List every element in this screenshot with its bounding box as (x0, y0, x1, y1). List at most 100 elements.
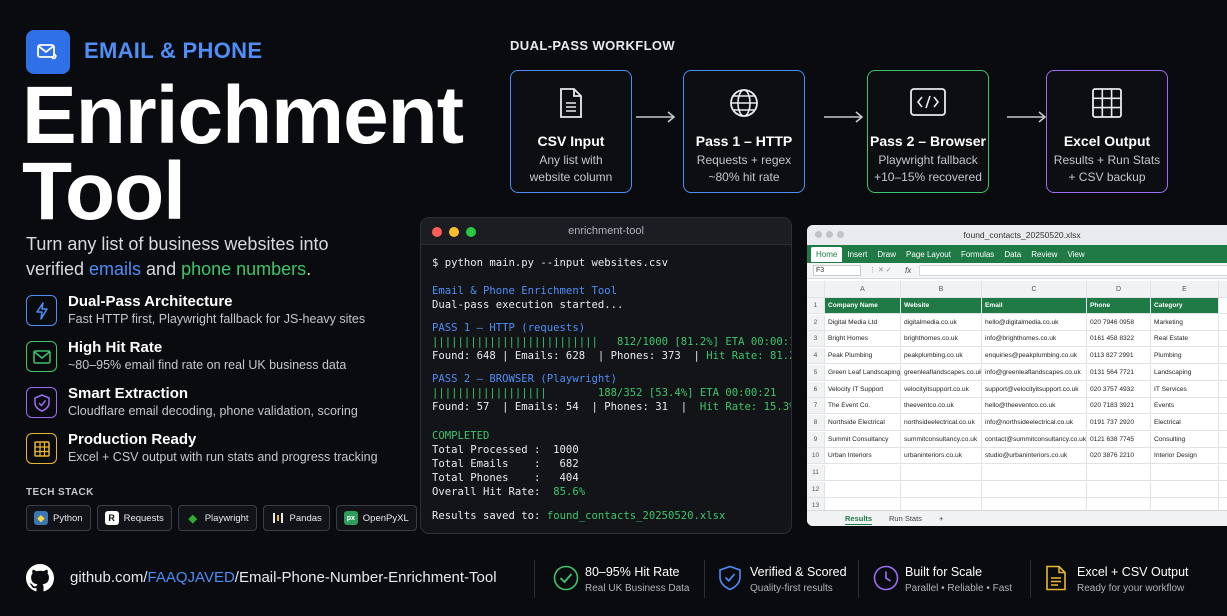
row-number: 11 (807, 465, 825, 481)
table-cell[interactable] (1219, 298, 1227, 314)
table-cell[interactable]: Digital Media Ltd (825, 314, 901, 331)
table-cell[interactable]: Northside Electrical (825, 414, 901, 431)
header-cell[interactable]: Company Name (825, 298, 901, 314)
formula-input[interactable] (919, 265, 1227, 276)
table-cell[interactable]: 020 3757 4932 (1087, 381, 1151, 398)
ribbon-tab-insert[interactable]: Insert (842, 247, 872, 262)
table-cell[interactable]: 0113 827 2991 (1087, 348, 1151, 365)
github-link[interactable]: github.com/FAAQJAVED/Email-Phone-Number-… (70, 569, 497, 586)
table-cell[interactable]: peakplumbing.co.uk (901, 348, 982, 365)
cell-reference-box[interactable]: F3 (813, 265, 861, 276)
table-cell[interactable] (1219, 482, 1227, 498)
table-cell[interactable]: Electrical (1151, 414, 1219, 431)
table-cell[interactable]: Real Estate (1151, 331, 1219, 348)
header-cell[interactable]: Email (982, 298, 1087, 314)
table-cell[interactable] (1219, 331, 1227, 348)
sheet-tab-results[interactable]: Results (845, 514, 873, 525)
table-cell[interactable]: info@northsideelectrical.co.uk (982, 414, 1087, 431)
table-cell[interactable]: Green Leaf Landscaping (825, 364, 901, 381)
table-cell[interactable]: Summit Consultancy (825, 431, 901, 448)
table-cell[interactable]: info@greenleaflandscapes.co.uk (982, 364, 1087, 381)
table-cell[interactable]: summitconsultancy.co.uk (901, 431, 982, 448)
hero-subtitle: Turn any list of business websites into … (26, 232, 386, 282)
table-cell[interactable]: enquiries@peakplumbing.co.uk (982, 348, 1087, 365)
table-cell[interactable]: Interior Design (1151, 448, 1219, 465)
table-cell[interactable]: urbaninteriors.co.uk (901, 448, 982, 465)
table-cell[interactable]: hello@theeventco.co.uk (982, 398, 1087, 415)
spreadsheet-title: found_contacts_20250520.xlsx (963, 230, 1081, 240)
terminal-command: $ python main.py --input websites.csv (432, 257, 668, 269)
header-cell[interactable]: Website (901, 298, 982, 314)
table-cell[interactable] (1219, 365, 1227, 381)
footer-divider (858, 560, 859, 598)
table-cell[interactable]: support@velocityitsupport.co.uk (982, 381, 1087, 398)
feature-item: Production Ready Excel + CSV output with… (26, 431, 406, 471)
table-cell[interactable] (1219, 398, 1227, 415)
envelope-phone-icon (37, 44, 57, 60)
subtitle-end: . (306, 259, 312, 279)
stat-title: Verified & Scored (750, 565, 847, 579)
table-cell[interactable] (1219, 448, 1227, 465)
table-cell[interactable]: studio@urbaninteriors.co.uk (982, 448, 1087, 465)
table-cell[interactable]: velocityitsupport.co.uk (901, 381, 982, 398)
table-cell[interactable]: hello@digitalmedia.co.uk (982, 314, 1087, 331)
table-cell[interactable]: Bright Homes (825, 331, 901, 348)
table-cell[interactable]: Events (1151, 398, 1219, 415)
table-cell[interactable]: 0121 638 7745 (1087, 431, 1151, 448)
table-cell[interactable] (1219, 382, 1227, 398)
table-cell[interactable] (982, 481, 1087, 498)
table-cell[interactable]: 0161 458 8322 (1087, 331, 1151, 348)
table-cell[interactable] (825, 481, 901, 498)
footer-stat-hit-rate: 80–95% Hit Rate Real UK Business Data (553, 563, 703, 597)
table-cell[interactable]: contact@summitconsultancy.co.uk (982, 431, 1087, 448)
table-cell[interactable]: 0191 737 2920 (1087, 414, 1151, 431)
table-cell[interactable]: northsideelectrical.co.uk (901, 414, 982, 431)
add-sheet-button[interactable]: + (939, 514, 943, 523)
table-cell[interactable]: 020 7183 3921 (1087, 398, 1151, 415)
table-cell[interactable]: Landscaping (1151, 364, 1219, 381)
table-cell[interactable]: IT Services (1151, 381, 1219, 398)
table-cell[interactable]: 020 3876 2210 (1087, 448, 1151, 465)
table-cell[interactable]: Consulting (1151, 431, 1219, 448)
table-cell[interactable] (1219, 415, 1227, 431)
table-cell[interactable]: Urban Interiors (825, 448, 901, 465)
header-cell[interactable]: Phone (1087, 298, 1151, 314)
column-header: A (825, 281, 901, 298)
table-cell[interactable]: Marketing (1151, 314, 1219, 331)
column-header: C (982, 281, 1087, 298)
table-cell[interactable]: brighthomes.co.uk (901, 331, 982, 348)
table-cell[interactable] (1087, 465, 1151, 481)
workflow-step-csv-input: CSV Input Any list with website column (510, 70, 632, 193)
table-cell[interactable] (1219, 432, 1227, 448)
progress-bar-text: |||||||||||||||||||||||||| 812/1000 [81.… (432, 336, 792, 348)
table-cell[interactable]: Velocity IT Support (825, 381, 901, 398)
table-cell[interactable] (1087, 481, 1151, 498)
ribbon-tab-home[interactable]: Home (811, 246, 843, 262)
header-cell[interactable]: Category (1151, 298, 1219, 314)
ribbon-tab-view[interactable]: View (1062, 247, 1089, 262)
table-cell[interactable] (982, 465, 1087, 481)
ribbon-tab-page-layout[interactable]: Page Layout (901, 247, 956, 262)
sheet-tab-run-stats[interactable]: Run Stats (889, 514, 922, 523)
table-cell[interactable]: greenleaflandscapes.co.uk (901, 364, 982, 381)
table-cell[interactable]: theeventco.co.uk (901, 398, 982, 415)
table-cell[interactable] (901, 465, 982, 481)
table-cell[interactable] (825, 465, 901, 481)
ribbon-tab-review[interactable]: Review (1026, 247, 1062, 262)
ribbon-tab-formulas[interactable]: Formulas (956, 247, 999, 262)
table-cell[interactable] (1219, 348, 1227, 365)
table-cell[interactable]: The Event Co. (825, 398, 901, 415)
table-cell[interactable]: 0131 564 7721 (1087, 364, 1151, 381)
table-cell[interactable]: 020 7946 0958 (1087, 314, 1151, 331)
table-cell[interactable] (1219, 315, 1227, 331)
table-cell[interactable]: Plumbing (1151, 348, 1219, 365)
table-cell[interactable] (1151, 465, 1219, 481)
table-cell[interactable]: digitalmedia.co.uk (901, 314, 982, 331)
table-cell[interactable] (1151, 481, 1219, 498)
table-cell[interactable]: info@brighthomes.co.uk (982, 331, 1087, 348)
ribbon-tab-data[interactable]: Data (999, 247, 1026, 262)
table-cell[interactable] (901, 481, 982, 498)
table-cell[interactable]: Peak Plumbing (825, 348, 901, 365)
ribbon-tab-draw[interactable]: Draw (872, 247, 901, 262)
table-cell[interactable] (1219, 465, 1227, 481)
